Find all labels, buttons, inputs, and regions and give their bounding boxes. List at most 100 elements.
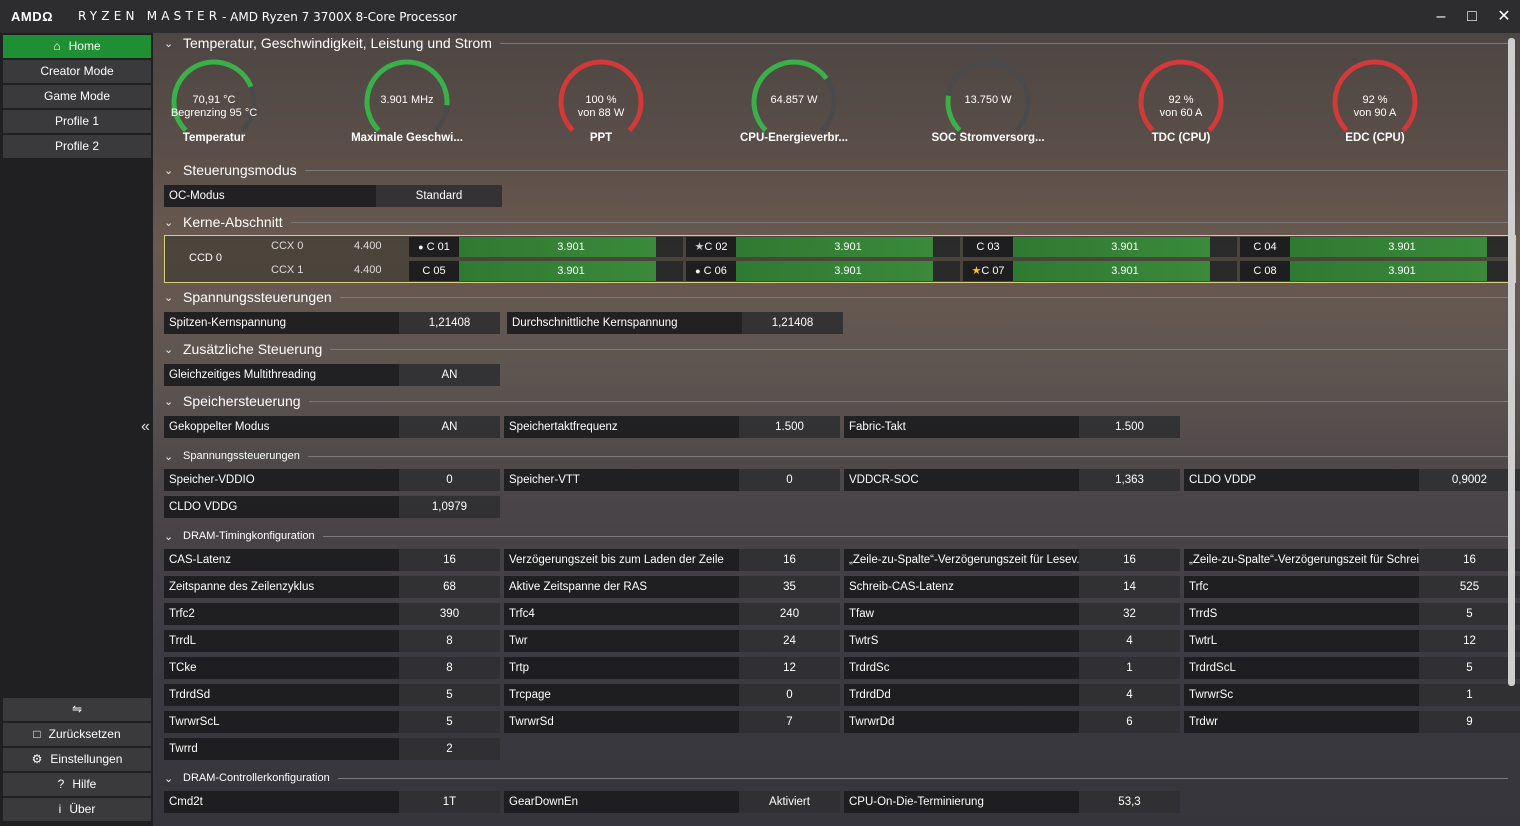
settings-button[interactable]: ⚙ Einstellungen <box>3 748 151 771</box>
dram-timing-field[interactable]: TCke 8 <box>164 657 500 679</box>
field-value[interactable]: 5 <box>1419 657 1520 679</box>
core-8[interactable]: C 08 3.901 <box>1240 261 1514 281</box>
dram-controller-field[interactable]: Cmd2t 1T <box>164 791 500 813</box>
field-value[interactable]: 16 <box>399 549 500 571</box>
core-2[interactable]: ★C 02 3.901 <box>686 237 960 257</box>
dram-timing-field[interactable]: TrrdL 8 <box>164 630 500 652</box>
memory-voltage-field[interactable]: Speicher-VTT 0 <box>504 469 840 491</box>
core-7[interactable]: ★C 07 3.901 <box>963 261 1237 281</box>
memory-field[interactable]: Fabric-Takt 1.500 <box>844 416 1180 438</box>
section-temperature[interactable]: ⌄ Temperatur, Geschwindigkeit, Leistung u… <box>164 33 1508 53</box>
dram-timing-field[interactable]: Trfc2 390 <box>164 603 500 625</box>
field-value[interactable]: 24 <box>739 630 840 652</box>
field-value[interactable]: 7 <box>739 711 840 733</box>
field-value[interactable]: 1,21408 <box>742 312 843 334</box>
dram-timing-field[interactable]: TwrwrDd 6 <box>844 711 1180 733</box>
core-3[interactable]: C 03 3.901 <box>963 237 1237 257</box>
memory-voltage-field[interactable]: CLDO VDDG 1,0979 <box>164 496 500 518</box>
field-value[interactable]: 0 <box>739 684 840 706</box>
field-value[interactable]: 14 <box>1079 576 1180 598</box>
section-voltage[interactable]: ⌄ Spannungssteuerungen <box>164 287 1508 307</box>
oc-mode-field[interactable]: OC-Modus Standard <box>164 185 502 207</box>
chevron-down-icon[interactable]: ⌄ <box>164 772 178 785</box>
about-button[interactable]: i Über <box>3 798 151 821</box>
field-value[interactable]: 1,0979 <box>399 496 500 518</box>
dram-timing-field[interactable]: TwtrL 12 <box>1184 630 1520 652</box>
sidebar-item-game-mode[interactable]: Game Mode <box>3 85 151 108</box>
memory-voltage-field[interactable]: VDDCR-SOC 1,363 <box>844 469 1180 491</box>
field-value[interactable]: 0,9002 <box>1419 469 1520 491</box>
field-value[interactable]: 35 <box>739 576 840 598</box>
field-value[interactable]: 32 <box>1079 603 1180 625</box>
chevron-down-icon[interactable]: ⌄ <box>164 530 178 543</box>
dram-timing-field[interactable]: TwrwrScL 5 <box>164 711 500 733</box>
core-1[interactable]: ● C 01 3.901 <box>409 237 683 257</box>
section-memory-voltage[interactable]: ⌄ Spannungssteuerungen <box>164 446 1508 466</box>
dram-controller-field[interactable]: GearDownEn Aktiviert <box>504 791 840 813</box>
field-value[interactable]: 12 <box>739 657 840 679</box>
dram-timing-field[interactable]: Tfaw 32 <box>844 603 1180 625</box>
field-value[interactable]: 68 <box>399 576 500 598</box>
field-value[interactable]: 4 <box>1079 684 1180 706</box>
dram-timing-field[interactable]: „Zeile-zu-Spalte“-Verzögerungszeit für S… <box>1184 549 1520 571</box>
field-value[interactable]: 16 <box>739 549 840 571</box>
core-5[interactable]: C 05 3.901 <box>409 261 683 281</box>
collapse-sidebar-icon[interactable]: « <box>141 418 150 436</box>
dram-timing-field[interactable]: TrdrdSd 5 <box>164 684 500 706</box>
field-value[interactable]: 1,21408 <box>399 312 500 334</box>
field-value[interactable]: 5 <box>399 684 500 706</box>
field-value[interactable]: 12 <box>1419 630 1520 652</box>
scrollbar[interactable] <box>1508 38 1515 686</box>
dram-timing-field[interactable]: TrdrdSc 1 <box>844 657 1180 679</box>
chevron-down-icon[interactable]: ⌄ <box>164 450 178 463</box>
maximize-icon[interactable]: □ <box>1461 6 1483 28</box>
minimize-icon[interactable]: – <box>1430 6 1452 28</box>
section-control-mode[interactable]: ⌄ Steuerungsmodus <box>164 160 1508 180</box>
field-value[interactable]: AN <box>399 364 500 386</box>
field-value[interactable]: 1T <box>399 791 500 813</box>
dram-timing-field[interactable]: TrdrdDd 4 <box>844 684 1180 706</box>
reset-button[interactable]: □ Zurücksetzen <box>3 723 151 746</box>
smt-field[interactable]: Gleichzeitiges Multithreading AN <box>164 364 500 386</box>
field-value[interactable]: 1,363 <box>1079 469 1180 491</box>
dram-timing-field[interactable]: Trcpage 0 <box>504 684 840 706</box>
section-memory[interactable]: ⌄ Speichersteuerung <box>164 391 1508 411</box>
memory-voltage-field[interactable]: CLDO VDDP 0,9002 <box>1184 469 1520 491</box>
memory-field[interactable]: Speichertaktfrequenz 1.500 <box>504 416 840 438</box>
dram-timing-field[interactable]: TrdrdScL 5 <box>1184 657 1520 679</box>
field-value[interactable]: 16 <box>1079 549 1180 571</box>
field-value[interactable]: 5 <box>399 711 500 733</box>
dram-timing-field[interactable]: Verzögerungszeit bis zum Laden der Zeile… <box>504 549 840 571</box>
oc-mode-value[interactable]: Standard <box>376 185 502 207</box>
field-value[interactable]: 0 <box>399 469 500 491</box>
field-value[interactable]: 1 <box>1419 684 1520 706</box>
field-value[interactable]: 6 <box>1079 711 1180 733</box>
dram-timing-field[interactable]: Twrrd 2 <box>164 738 500 760</box>
dram-timing-field[interactable]: TwtrS 4 <box>844 630 1180 652</box>
dram-timing-field[interactable]: TrrdS 5 <box>1184 603 1520 625</box>
field-value[interactable]: 16 <box>1419 549 1520 571</box>
dram-timing-field[interactable]: TwrwrSd 7 <box>504 711 840 733</box>
dram-timing-field[interactable]: Trtp 12 <box>504 657 840 679</box>
field-value[interactable]: 9 <box>1419 711 1520 733</box>
dram-timing-field[interactable]: Trfc4 240 <box>504 603 840 625</box>
help-button[interactable]: ? Hilfe <box>3 773 151 796</box>
dram-timing-field[interactable]: „Zeile-zu-Spalte“-Verzögerungszeit für L… <box>844 549 1180 571</box>
memory-field[interactable]: Gekoppelter Modus AN <box>164 416 500 438</box>
chevron-down-icon[interactable]: ⌄ <box>164 291 178 304</box>
section-cores[interactable]: ⌄ Kerne-Abschnitt <box>164 212 1508 232</box>
field-value[interactable]: 8 <box>399 630 500 652</box>
chevron-down-icon[interactable]: ⌄ <box>164 164 178 177</box>
field-value[interactable]: 525 <box>1419 576 1520 598</box>
section-dram-controller[interactable]: ⌄ DRAM-Controllerkonfiguration <box>164 768 1508 788</box>
sidebar-item-profile-2[interactable]: Profile 2 <box>3 135 151 158</box>
field-value[interactable]: 5 <box>1419 603 1520 625</box>
section-dram-timing[interactable]: ⌄ DRAM-Timingkonfiguration <box>164 526 1508 546</box>
field-value[interactable]: 53,3 <box>1079 791 1180 813</box>
chevron-down-icon[interactable]: ⌄ <box>164 216 178 229</box>
field-value[interactable]: Aktiviert <box>739 791 840 813</box>
field-value[interactable]: 1.500 <box>1079 416 1180 438</box>
dram-timing-field[interactable]: Schreib-CAS-Latenz 14 <box>844 576 1180 598</box>
field-value[interactable]: 4 <box>1079 630 1180 652</box>
memory-voltage-field[interactable]: Speicher-VDDIO 0 <box>164 469 500 491</box>
